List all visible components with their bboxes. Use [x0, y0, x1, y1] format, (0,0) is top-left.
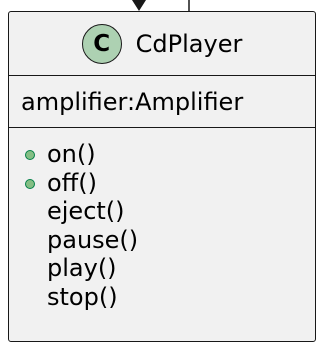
method-label: on(): [47, 140, 96, 169]
public-visibility-icon: [25, 178, 35, 189]
attribute-item: amplifier:Amplifier: [21, 87, 244, 116]
class-diagram: C CdPlayer amplifier:Amplifier on() off(…: [0, 0, 328, 347]
method-item-eject: eject(): [9, 197, 315, 226]
class-header: C CdPlayer: [9, 12, 315, 76]
class-box-cdplayer[interactable]: C CdPlayer amplifier:Amplifier on() off(…: [8, 11, 316, 342]
method-label: play(): [47, 254, 117, 283]
method-label: off(): [47, 168, 97, 197]
attributes-compartment: amplifier:Amplifier: [9, 76, 315, 128]
method-label: pause(): [47, 225, 139, 254]
arrowhead-icon: [132, 0, 146, 11]
method-label: stop(): [47, 282, 118, 311]
method-item-pause: pause(): [9, 226, 315, 255]
method-item-on: on(): [9, 140, 315, 169]
class-stereotype-icon: C: [81, 23, 122, 64]
class-name: CdPlayer: [135, 29, 243, 58]
method-item-off: off(): [9, 169, 315, 198]
public-visibility-icon: [25, 150, 35, 160]
method-label: eject(): [47, 197, 125, 226]
method-item-play: play(): [9, 254, 315, 283]
method-item-stop: stop(): [9, 283, 315, 312]
methods-compartment: on() off() eject() pause() play() stop(): [9, 128, 315, 311]
